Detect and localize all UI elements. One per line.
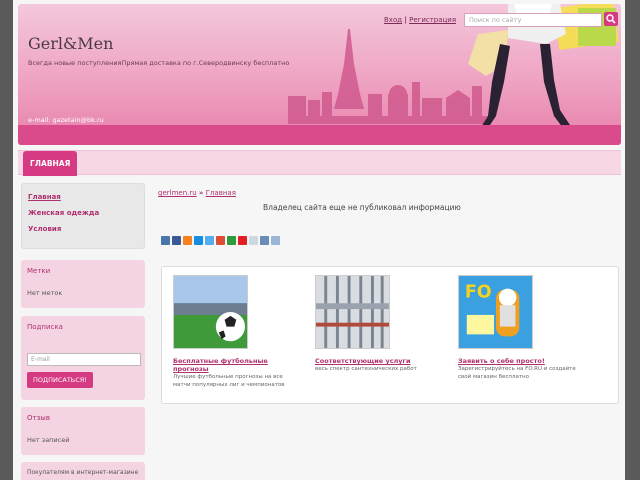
odnoklassniki-share-icon[interactable] xyxy=(183,236,192,245)
search-button[interactable] xyxy=(604,12,618,26)
yandex-share-icon[interactable] xyxy=(238,236,247,245)
product-list: Бесплатные футбольные прогнозы Лучшие фу… xyxy=(161,266,619,404)
nav-item-home[interactable]: ГЛАВНАЯ xyxy=(23,151,78,176)
breadcrumb: gerlmen.ru » Главная xyxy=(158,189,236,197)
breadcrumb-separator: » xyxy=(198,189,204,197)
search-icon xyxy=(606,14,616,24)
sidebar-subscribe-block: Подписка E-mail ПОДПИСАТЬСЯ! xyxy=(21,316,145,400)
sidebar-item-home[interactable]: Главная xyxy=(28,193,61,201)
tags-empty-text: Нет меток xyxy=(27,289,63,297)
login-link[interactable]: Вход xyxy=(384,16,402,24)
product-card: Бесплатные футбольные прогнозы Лучшие фу… xyxy=(173,275,299,389)
plumbing-image[interactable] xyxy=(315,275,390,349)
header-banner: Gerl&Men Всегда новые поступленияПрямая … xyxy=(18,4,621,145)
register-link[interactable]: Регистрация xyxy=(409,16,456,24)
google-plus-share-icon[interactable] xyxy=(216,236,225,245)
fo-mascot-image[interactable]: FO xyxy=(458,275,533,349)
football-image[interactable] xyxy=(173,275,248,349)
product-description: Лучшие футбольные прогнозы на все матчи … xyxy=(173,374,285,388)
header-strip xyxy=(18,125,621,145)
subscribe-email-field[interactable]: E-mail xyxy=(27,353,141,366)
subscribe-button[interactable]: ПОДПИСАТЬСЯ! xyxy=(27,372,93,388)
contact-email: e-mail: gazetain@bk.ru xyxy=(28,116,104,124)
product-title[interactable]: Бесплатные футбольные прогнозы xyxy=(173,357,299,373)
site-title[interactable]: Gerl&Men xyxy=(28,34,113,53)
livejournal-share-icon[interactable] xyxy=(227,236,236,245)
blogger-share-icon[interactable] xyxy=(249,236,258,245)
sidebar-item-terms[interactable]: Условия xyxy=(28,225,61,233)
liveinternet-share-icon[interactable] xyxy=(260,236,269,245)
sidebar-menu: Главная Женская одежда Условия xyxy=(21,183,145,249)
social-share-bar xyxy=(161,236,280,245)
product-description: Зарегистрируйтесь на FO.RU и создайте св… xyxy=(458,366,576,380)
sidebar-tags-block: Метки Нет меток xyxy=(21,260,145,308)
sidebar-item-womens-clothing[interactable]: Женская одежда xyxy=(28,209,99,217)
site-slogan: Всегда новые поступленияПрямая доставка … xyxy=(28,59,290,67)
search-input[interactable]: Поиск по сайту xyxy=(464,13,602,27)
breadcrumb-site-link[interactable]: gerlmen.ru xyxy=(158,189,197,197)
auth-links: Вход | Регистрация xyxy=(384,16,456,24)
mailru-share-icon[interactable] xyxy=(194,236,203,245)
customers-title: Покупателям в интернет-магазине xyxy=(27,469,139,476)
product-card: FO Заявить о себе просто! Зарегистрируйт… xyxy=(458,275,584,381)
breadcrumb-page-link[interactable]: Главная xyxy=(206,189,236,197)
product-card: Соответствующие услуги весь спектр санте… xyxy=(315,275,441,373)
product-description: весь спектр сантехнических работ xyxy=(315,366,417,372)
twitter-share-icon[interactable] xyxy=(205,236,214,245)
vk-share-icon[interactable] xyxy=(161,236,170,245)
auth-separator: | xyxy=(404,16,407,24)
page: Gerl&Men Всегда новые поступленияПрямая … xyxy=(13,0,625,480)
sidebar-reviews-block: Отзыв Нет записей xyxy=(21,407,145,455)
owner-notice: Владелец сайта еще не публиковал информа… xyxy=(263,203,461,212)
reviews-empty-text: Нет записей xyxy=(27,436,70,444)
more-share-icon[interactable] xyxy=(271,236,280,245)
svg-text:FO: FO xyxy=(465,282,492,302)
tags-title: Метки xyxy=(27,267,51,275)
product-title[interactable]: Заявить о себе просто! xyxy=(458,357,584,365)
sidebar-customers-block: Покупателям в интернет-магазине xyxy=(21,462,145,480)
facebook-share-icon[interactable] xyxy=(172,236,181,245)
reviews-title: Отзыв xyxy=(27,414,50,422)
subscribe-title: Подписка xyxy=(27,323,63,331)
main-navigation: ГЛАВНАЯ xyxy=(18,150,621,176)
product-title[interactable]: Соответствующие услуги xyxy=(315,357,441,365)
